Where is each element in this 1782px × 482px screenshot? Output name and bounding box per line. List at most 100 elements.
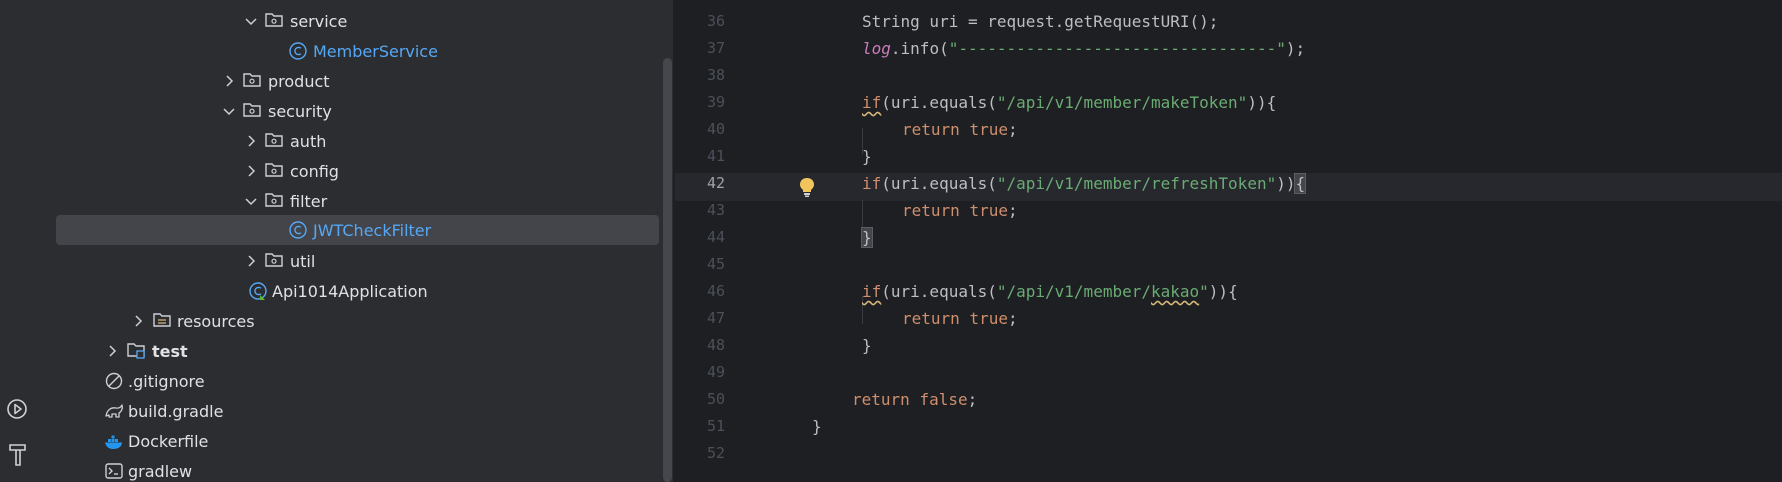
spring-class-icon [249,282,267,300]
code-line-39[interactable]: if(uri.equals("/api/v1/member/makeToken"… [862,93,1276,112]
tree-item-product[interactable]: product [40,66,661,96]
tree-item-api1014application[interactable]: Api1014Application [40,276,661,306]
tree-label: build.gradle [128,401,224,421]
tree-label: Api1014Application [272,281,428,301]
code-keyword-token: true [969,201,1008,220]
code-keyword-token: if [862,174,882,193]
tree-label: resources [177,311,255,331]
line-number: 43 [706,201,725,219]
code-keyword-token: true [969,120,1008,139]
chevron-right-icon[interactable] [243,133,259,149]
left-tool-strip [0,0,41,482]
build-hammer-icon[interactable] [5,440,33,468]
code-keyword-token: return [902,120,960,139]
line-number: 48 [706,336,725,354]
tree-item-test[interactable]: test [40,336,661,366]
code-line-50[interactable]: return false; [852,390,977,409]
tree-item-memberservice[interactable]: MemberService [40,36,661,66]
code-token: } [862,336,872,355]
folder-icon [265,193,283,207]
tree-item-service[interactable]: service [40,6,661,36]
tree-item-gitignore[interactable]: .gitignore [40,366,661,396]
code-token: ; [1007,309,1018,328]
chevron-right-icon[interactable] [104,343,120,359]
tree-label: filter [290,191,328,211]
folder-icon [265,133,283,147]
tree-label: product [268,71,330,91]
code-editor[interactable] [788,0,1782,482]
matched-brace: { [1294,173,1307,194]
tree-item-build-gradle[interactable]: build.gradle [40,396,661,426]
tree-label: test [152,341,188,361]
code-keyword-token: return [852,390,910,409]
tree-item-config[interactable]: config [40,156,661,186]
tree-item-auth[interactable]: auth [40,126,661,156]
code-token: (uri.equals( [881,174,997,193]
chevron-right-icon[interactable] [243,163,259,179]
code-keyword-token: true [969,309,1008,328]
code-token: } [862,147,872,166]
line-number: 47 [706,309,725,327]
code-keyword-token: if [862,93,882,112]
line-number: 45 [706,255,725,273]
tree-label: service [290,11,348,31]
code-line-46[interactable]: if(uri.equals("/api/v1/member/kakao")){ [862,282,1238,301]
intention-lightbulb-icon[interactable] [797,176,817,198]
code-line-43[interactable]: return true; [902,201,1018,220]
code-string-token: "/api/v1/member/ [996,282,1151,301]
code-token: ); [1285,39,1306,58]
folder-icon [265,13,283,27]
code-line-36[interactable]: String uri = request.getRequestURI(); [862,12,1218,31]
tree-label: Dockerfile [128,431,209,451]
tree-item-security[interactable]: security [40,96,661,126]
chevron-down-icon[interactable] [243,193,259,209]
code-keyword-token: return [902,309,960,328]
tree-item-dockerfile[interactable]: Dockerfile [40,426,661,456]
chevron-down-icon[interactable] [221,103,237,119]
code-keyword-token: if [862,282,882,301]
tree-label: auth [290,131,327,151]
line-number: 41 [706,147,725,165]
docker-icon [105,435,122,449]
code-line-41[interactable]: } [862,147,872,166]
code-line-47[interactable]: return true; [902,309,1018,328]
shell-script-icon [105,463,123,479]
tree-item-filter[interactable]: filter [40,186,661,216]
ignore-file-icon [105,372,123,390]
folder-icon [265,163,283,177]
chevron-right-icon[interactable] [221,73,237,89]
code-token: )){ [1208,282,1238,301]
code-token: )) [1276,174,1296,193]
code-token: (uri.equals( [881,282,997,301]
test-folder-icon [127,343,145,359]
code-token: ; [1007,201,1018,220]
tree-item-gradlew[interactable]: gradlew [40,456,661,482]
tree-item-jwtcheckfilter[interactable]: JWTCheckFilter [40,215,661,245]
chevron-down-icon[interactable] [243,13,259,29]
folder-icon [265,253,283,267]
code-line-44[interactable]: } [861,227,873,248]
code-line-51[interactable]: } [812,417,822,436]
tree-item-resources[interactable]: resources [40,306,661,336]
code-line-37[interactable]: log.info("------------------------------… [862,39,1305,58]
code-line-40[interactable]: return true; [902,120,1018,139]
chevron-right-icon[interactable] [243,253,259,269]
code-token: (uri.equals( [881,93,997,112]
project-scrollbar-thumb[interactable] [663,58,672,482]
run-widget-icon[interactable] [5,395,33,423]
code-string-token: "---------------------------------" [948,39,1286,58]
line-number: 39 [706,93,725,111]
code-line-48[interactable]: } [862,336,872,355]
project-tree-panel: service MemberService product security a… [40,0,661,482]
line-number: 44 [706,228,725,246]
gradle-elephant-icon [105,404,123,418]
tree-item-util[interactable]: util [40,246,661,276]
code-line-42[interactable]: if(uri.equals("/api/v1/member/refreshTok… [862,173,1307,194]
indent-guide [862,200,863,228]
code-string-token: "/api/v1/member/makeToken" [996,93,1248,112]
line-number: 52 [706,444,725,462]
chevron-right-icon[interactable] [130,313,146,329]
line-number: 50 [706,390,725,408]
code-string-token: " [1199,282,1209,301]
